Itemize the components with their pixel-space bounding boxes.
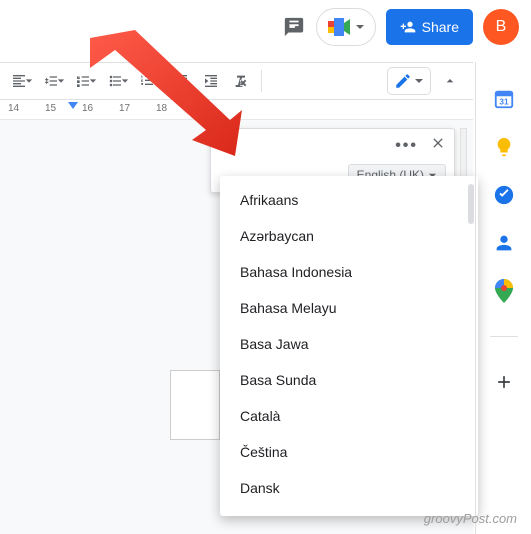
avatar[interactable]: B [483, 9, 519, 45]
more-icon[interactable]: ••• [395, 137, 418, 155]
collapse-toolbar-button[interactable] [437, 68, 463, 94]
increase-indent-button[interactable] [198, 68, 224, 94]
ruler-tick: 17 [119, 103, 130, 114]
list-item[interactable]: Basa Jawa [220, 326, 478, 362]
side-panel: 31 [475, 62, 531, 534]
chevron-down-icon [355, 22, 365, 32]
calendar-icon[interactable]: 31 [493, 88, 515, 110]
tasks-icon[interactable] [493, 184, 515, 206]
maps-icon[interactable] [493, 280, 515, 302]
share-label: Share [422, 19, 459, 35]
meet-icon [327, 17, 351, 37]
decrease-indent-button[interactable] [168, 68, 194, 94]
language-dropdown: Afrikaans Azərbaycan Bahasa Indonesia Ba… [220, 176, 478, 516]
chevron-down-icon [121, 77, 129, 85]
page-edge [170, 370, 220, 440]
ruler-tick: 14 [8, 103, 19, 114]
meet-button[interactable] [316, 8, 376, 46]
list-item[interactable]: Čeština [220, 434, 478, 470]
contacts-icon[interactable] [493, 232, 515, 254]
keep-icon[interactable] [493, 136, 515, 158]
close-icon[interactable] [430, 135, 446, 156]
watermark: groovyPost.com [424, 511, 517, 526]
list-item[interactable]: Deutsch [220, 506, 478, 510]
share-button[interactable]: Share [386, 9, 473, 45]
checklist-button[interactable] [72, 68, 100, 94]
add-icon[interactable] [493, 371, 515, 393]
avatar-initial: B [496, 18, 507, 36]
pencil-icon [394, 72, 412, 90]
list-item[interactable]: Afrikaans [220, 182, 478, 218]
chevron-down-icon [25, 77, 33, 85]
toolbar [0, 62, 473, 100]
chevron-down-icon [89, 77, 97, 85]
line-spacing-button[interactable] [40, 68, 68, 94]
chevron-down-icon [57, 77, 65, 85]
person-add-icon [400, 19, 416, 35]
ruler[interactable]: 14 15 16 17 18 [0, 100, 473, 120]
dropdown-scrollbar[interactable] [468, 184, 474, 224]
list-item[interactable]: Dansk [220, 470, 478, 506]
numbered-list-button[interactable] [136, 68, 164, 94]
list-item[interactable]: Azərbaycan [220, 218, 478, 254]
bulleted-list-button[interactable] [104, 68, 132, 94]
toolbar-separator [261, 70, 262, 92]
indent-marker[interactable] [68, 102, 78, 109]
clear-formatting-button[interactable] [228, 68, 254, 94]
ruler-tick: 18 [156, 103, 167, 114]
list-item[interactable]: Català [220, 398, 478, 434]
language-list[interactable]: Afrikaans Azərbaycan Bahasa Indonesia Ba… [220, 182, 478, 510]
chevron-down-icon [414, 76, 424, 86]
align-button[interactable] [8, 68, 36, 94]
editing-mode-button[interactable] [387, 67, 431, 95]
ruler-tick: 15 [45, 103, 56, 114]
list-item[interactable]: Basa Sunda [220, 362, 478, 398]
ruler-tick: 16 [82, 103, 93, 114]
list-item[interactable]: Bahasa Indonesia [220, 254, 478, 290]
comment-history-icon[interactable] [282, 15, 306, 39]
chevron-down-icon [153, 77, 161, 85]
list-item[interactable]: Bahasa Melayu [220, 290, 478, 326]
side-separator [490, 336, 518, 337]
svg-text:31: 31 [499, 98, 509, 107]
